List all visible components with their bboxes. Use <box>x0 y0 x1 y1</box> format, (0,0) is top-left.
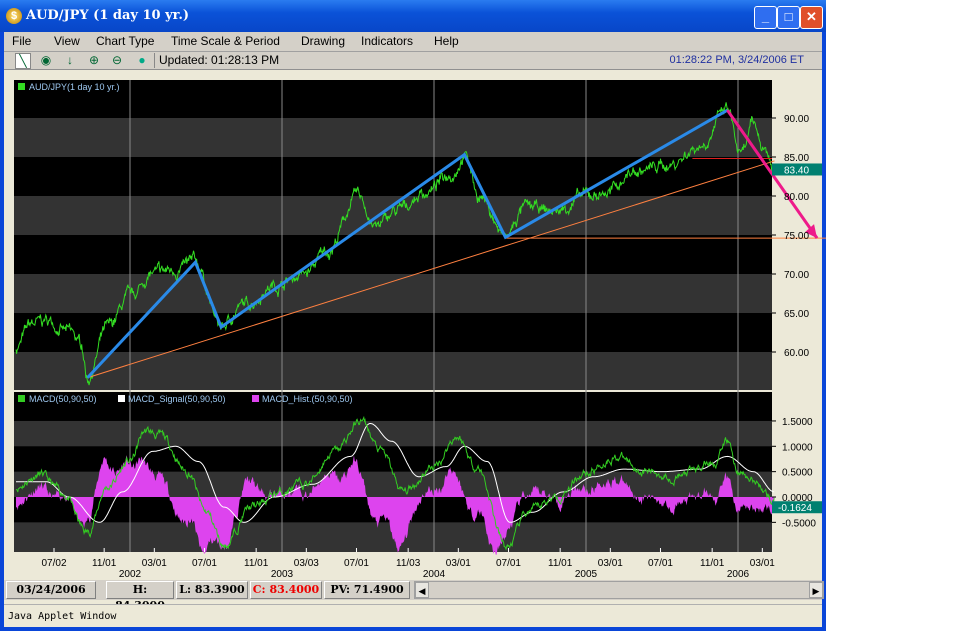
status-low: L: 83.3900 <box>176 581 248 599</box>
price-legend: AUD/JPY(1 day 10 yr.) <box>18 82 120 92</box>
status-close: C: 83.4000 <box>250 581 322 599</box>
date-tick-label: 03/01 <box>142 558 167 569</box>
date-tick-label: 03/01 <box>750 558 775 569</box>
scroll-right-button[interactable]: ▶ <box>809 582 823 598</box>
macd-tick-label: -0.5000 <box>782 518 816 529</box>
price-tick-label: 65.00 <box>784 309 809 320</box>
scroll-left-button[interactable]: ◀ <box>415 582 429 598</box>
date-tick-label: 03/01 <box>446 558 471 569</box>
date-tick-label: 11/01 <box>700 558 725 569</box>
hist-legend-swatch <box>252 395 259 402</box>
price-legend-swatch <box>18 83 25 90</box>
chart-area[interactable]: 90.00 85.00 80.00 75.00 70.00 65.00 60.00 1.500… <box>0 0 826 580</box>
date-tick-label: 11/03 <box>396 558 421 569</box>
year-label: 2005 <box>575 569 598 580</box>
macd-legend: MACD(50,90,50) MACD_Signal(50,90,50) MAC… <box>18 394 353 404</box>
date-tick-label: 11/01 <box>92 558 117 569</box>
date-tick-label: 07/01 <box>344 558 369 569</box>
macd-tick-label: 0.5000 <box>782 468 813 479</box>
status-high: H: 84.3000 <box>106 581 174 612</box>
price-legend-label: AUD/JPY(1 day 10 yr.) <box>29 82 120 92</box>
macd-tick-label: 1.5000 <box>782 417 813 428</box>
last-macd-label: -0.1624 <box>778 503 812 514</box>
applet-status: Java Applet Window <box>4 604 822 627</box>
date-tick-label: 03/03 <box>294 558 319 569</box>
price-band <box>14 352 772 390</box>
macd-tick-label: 1.0000 <box>782 442 813 453</box>
date-tick-label: 07/01 <box>496 558 521 569</box>
price-tick-label: 80.00 <box>784 192 809 203</box>
price-tick-label: 60.00 <box>784 348 809 359</box>
date-tick-label: 11/01 <box>548 558 573 569</box>
date-tick-label: 07/02 <box>41 558 66 569</box>
macd-legend-swatch <box>18 395 25 402</box>
date-tick-label: 11/01 <box>244 558 269 569</box>
date-tick-label: 03/01 <box>598 558 623 569</box>
macd-band <box>14 420 772 447</box>
last-price-label: 83.40 <box>784 165 809 176</box>
price-tick-label: 75.00 <box>784 231 809 242</box>
status-date: 03/24/2006 <box>6 581 96 599</box>
year-label: 2006 <box>727 569 750 580</box>
macd-legend-label: MACD(50,90,50) <box>29 394 97 404</box>
date-tick-label: 07/01 <box>648 558 673 569</box>
price-tick-label: 85.00 <box>784 153 809 164</box>
year-label: 2003 <box>271 569 294 580</box>
price-tick-label: 90.00 <box>784 114 809 125</box>
year-label: 2004 <box>423 569 446 580</box>
signal-legend-swatch <box>118 395 125 402</box>
hist-legend-label: MACD_Hist.(50,90,50) <box>262 394 353 404</box>
date-tick-label: 07/01 <box>192 558 217 569</box>
price-tick-label: 70.00 <box>784 270 809 281</box>
year-label: 2002 <box>119 569 142 580</box>
price-band <box>14 196 772 235</box>
status-pv: PV: 71.4900 <box>324 581 410 599</box>
horizontal-scrollbar[interactable]: ◀ ▶ <box>414 581 824 599</box>
applet-label: Java Applet Window <box>8 611 117 622</box>
app-window: $ AUD/JPY (1 day 10 yr.) _ □ ✕ File View… <box>0 0 826 631</box>
signal-legend-label: MACD_Signal(50,90,50) <box>128 394 226 404</box>
price-band <box>14 274 772 313</box>
status-bar: 03/24/2006 H: 84.3000 L: 83.3900 C: 83.4… <box>4 580 824 612</box>
